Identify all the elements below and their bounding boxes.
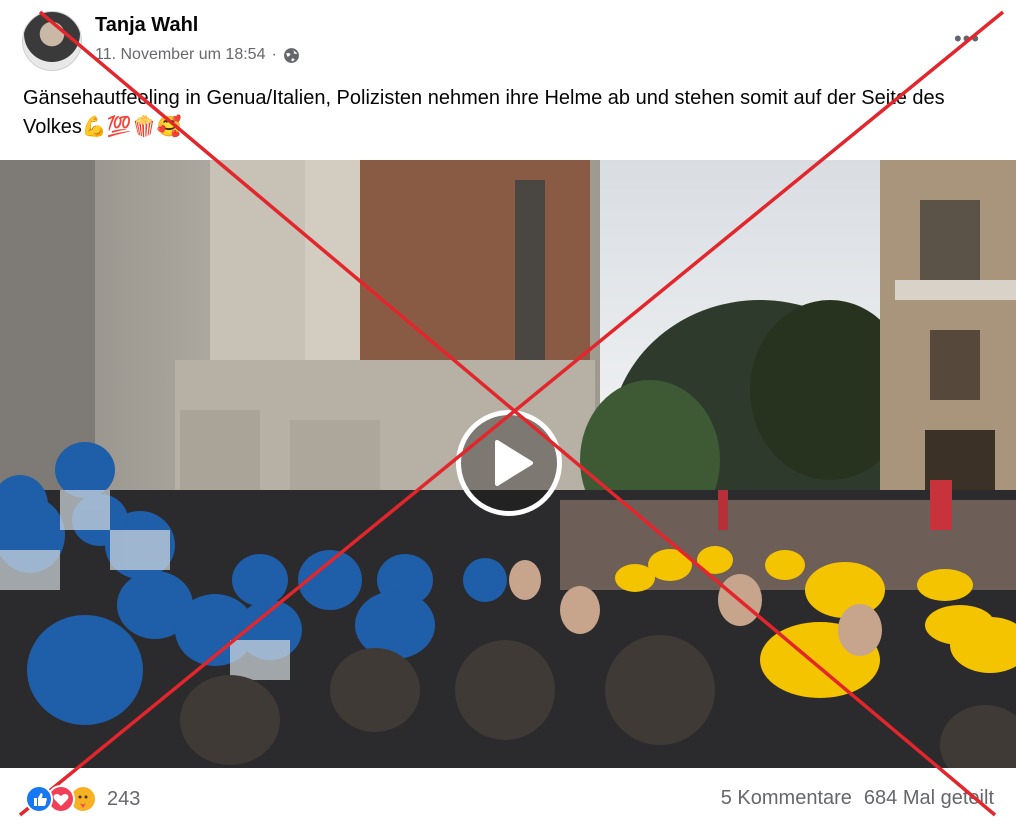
shares-count[interactable]: 684 Mal geteilt: [864, 787, 994, 810]
more-options-icon[interactable]: •••: [950, 22, 984, 56]
play-button[interactable]: [456, 410, 562, 516]
post-header: Tanja Wahl 11. November um 18:54 · •••: [0, 0, 1016, 80]
post-meta: 11. November um 18:54 ·: [95, 46, 300, 64]
play-icon: [495, 440, 533, 486]
meta-separator: ·: [271, 46, 277, 63]
author-name[interactable]: Tanja Wahl: [95, 14, 198, 37]
post-timestamp[interactable]: 11. November um 18:54: [95, 46, 265, 64]
reaction-count: 243: [107, 787, 141, 810]
comments-count[interactable]: 5 Kommentare: [721, 787, 852, 810]
engagement-stats: 5 Kommentare 684 Mal geteilt: [721, 787, 994, 810]
video-thumbnail[interactable]: [0, 160, 1016, 768]
reactions-summary[interactable]: 243: [25, 784, 140, 814]
post-text: Gänsehautfeeling in Genua/Italien, Poliz…: [23, 87, 945, 138]
globe-icon: [283, 47, 299, 63]
like-icon: [25, 785, 53, 813]
author-avatar[interactable]: [22, 11, 82, 71]
